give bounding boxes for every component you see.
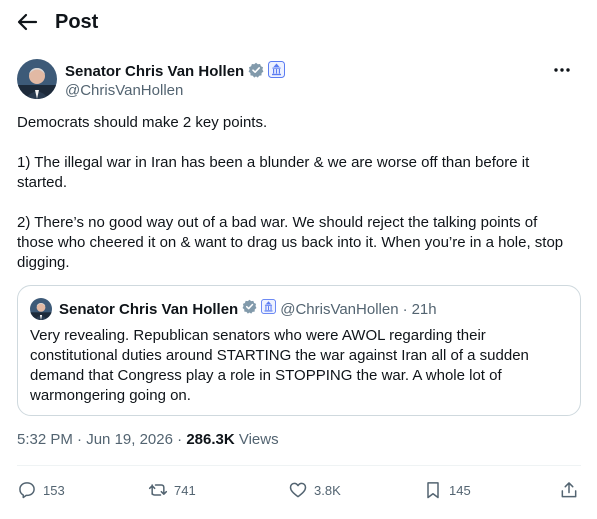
- share-icon: [561, 482, 577, 498]
- post-date[interactable]: Jun 19, 2026: [86, 431, 173, 448]
- action-bar: 153 741 3.8K 145: [17, 480, 581, 506]
- quoted-author-handle: @ChrisVanHollen: [280, 300, 399, 318]
- post-paragraph: Democrats should make 2 key points.: [17, 114, 268, 131]
- quoted-post[interactable]: Senator Chris Van Hollen @ChrisVanHollen…: [17, 285, 581, 416]
- views-label: Views: [238, 431, 279, 448]
- share-button[interactable]: [559, 480, 579, 500]
- heart-icon: [289, 482, 307, 498]
- post-paragraph: 1) The illegal war in Iran has been a bl…: [17, 154, 530, 191]
- author-handle[interactable]: @ChrisVanHollen: [65, 81, 183, 101]
- quoted-avatar: [30, 298, 52, 320]
- verified-badge-icon: [242, 299, 257, 320]
- bookmark-count: 145: [449, 482, 471, 498]
- quoted-author-name: Senator Chris Van Hollen: [59, 300, 239, 318]
- post-author: Senator Chris Van Hollen @ChrisVanHollen: [17, 59, 577, 103]
- reply-count: 153: [43, 482, 65, 498]
- more-options-icon[interactable]: [551, 61, 573, 79]
- bookmark-button[interactable]: 145: [423, 480, 471, 500]
- bookmark-icon: [427, 482, 439, 499]
- meta-separator: ·: [177, 431, 183, 448]
- repost-icon: [148, 484, 168, 496]
- author-name-row: Senator Chris Van Hollen: [65, 61, 286, 83]
- post-paragraph: 2) There’s no good way out of a bad war.…: [17, 214, 564, 271]
- repost-count: 741: [174, 482, 196, 498]
- post-text: Democrats should make 2 key points. 1) T…: [17, 113, 577, 293]
- reply-button[interactable]: 153: [17, 480, 65, 500]
- quoted-header: Senator Chris Van Hollen @ChrisVanHollen…: [59, 299, 437, 320]
- government-affiliation-icon: [261, 299, 277, 320]
- meta-separator: ·: [402, 300, 408, 318]
- post-metadata: 5:32 PM · Jun 19, 2026 · 286.3K Views: [17, 430, 279, 450]
- back-arrow-icon[interactable]: [14, 10, 40, 34]
- page-title: Post: [55, 11, 99, 33]
- like-button[interactable]: 3.8K: [288, 480, 341, 500]
- government-affiliation-icon[interactable]: [268, 61, 286, 83]
- verified-badge-icon: [248, 62, 264, 83]
- quoted-post-text: Very revealing. Republican senators who …: [30, 327, 529, 404]
- top-bar: Post: [0, 0, 597, 44]
- like-count: 3.8K: [314, 482, 341, 498]
- post-time[interactable]: 5:32 PM: [17, 431, 73, 448]
- avatar[interactable]: [17, 59, 57, 99]
- divider: [17, 465, 581, 466]
- repost-button[interactable]: 741: [148, 480, 196, 500]
- views-count: 286.3K: [186, 431, 235, 448]
- reply-icon: [19, 482, 35, 499]
- quoted-post-age: 21h: [411, 300, 437, 318]
- meta-separator: ·: [77, 431, 83, 448]
- author-name[interactable]: Senator Chris Van Hollen: [65, 62, 244, 82]
